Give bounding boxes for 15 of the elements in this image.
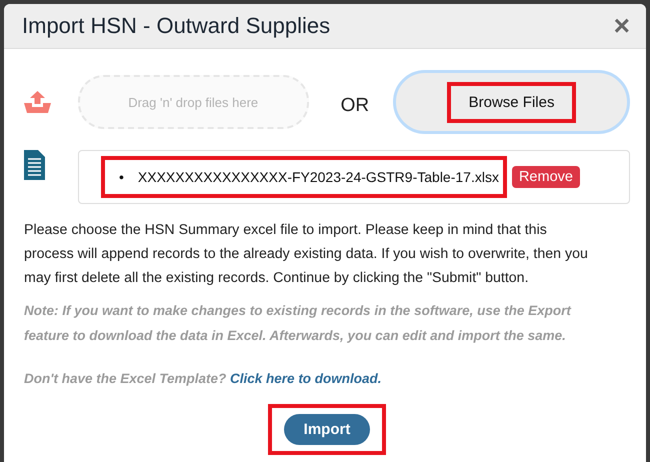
bullet: • [119, 168, 124, 186]
dialog-title: Import HSN - Outward Supplies [22, 13, 330, 39]
browse-files-label: Browse Files [468, 92, 556, 112]
file-name: XXXXXXXXXXXXXXXX-FY2023-24-GSTR9-Table-17.xlsx [138, 168, 500, 187]
download-link[interactable]: Click here to download. [230, 371, 382, 386]
instructions-text: Please choose the HSN Summary excel file to import. Please keep in mind that this process will append records to the already existing data. If you wish to overwrite, then you may first delete all the existing records. Continue by clicking the "Submit" button. [24, 221, 589, 288]
document-icon [24, 150, 45, 180]
close-button[interactable]: × [614, 12, 630, 40]
remove-button[interactable]: Remove [512, 166, 580, 188]
browse-files-button[interactable]: Browse Files [393, 70, 630, 134]
note-text: Note: If you want to make changes to existing records in the software, use the Export feature to download the data in Excel. Afterwards, you can edit and import the same. [24, 302, 572, 345]
template-question: Don't have the Excel Template? [24, 371, 226, 386]
or-label: OR [340, 95, 370, 117]
upload-icon [24, 91, 51, 113]
import-button[interactable]: Import [284, 414, 370, 445]
